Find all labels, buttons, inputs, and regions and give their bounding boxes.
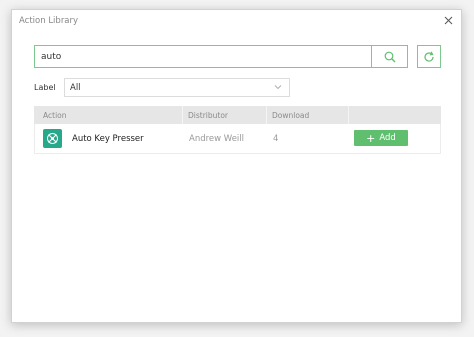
search-icon: [384, 51, 395, 62]
column-header-distributor: Distributor: [188, 111, 229, 120]
action-library-dialog: Action Library Label All Action Distribu…: [11, 9, 462, 323]
search-box: [34, 45, 408, 68]
window-title: Action Library: [19, 16, 79, 26]
label-filter-label: Label: [34, 83, 56, 92]
refresh-icon: [424, 51, 434, 62]
column-header-action: Action: [43, 111, 67, 120]
label-select[interactable]: All: [64, 78, 290, 97]
app-icon: [43, 129, 62, 148]
search-button[interactable]: [371, 46, 407, 67]
close-icon[interactable]: [441, 13, 455, 27]
download-count: 4: [273, 134, 279, 144]
refresh-button[interactable]: [417, 45, 441, 68]
action-table: Action Distributor Download Auto Key Pre…: [34, 106, 441, 154]
table-row[interactable]: Auto Key Presser Andrew Weill 4 + Add: [34, 124, 441, 154]
column-header-download: Download: [272, 111, 310, 120]
chevron-down-icon: [274, 85, 282, 90]
plus-icon: +: [366, 131, 376, 145]
add-button[interactable]: + Add: [354, 130, 408, 146]
search-input[interactable]: [35, 46, 371, 67]
add-button-label: Add: [379, 133, 396, 143]
table-header: Action Distributor Download: [34, 106, 441, 124]
label-select-value: All: [70, 83, 81, 93]
distributor-name: Andrew Weill: [189, 134, 245, 144]
action-name: Auto Key Presser: [72, 134, 144, 144]
